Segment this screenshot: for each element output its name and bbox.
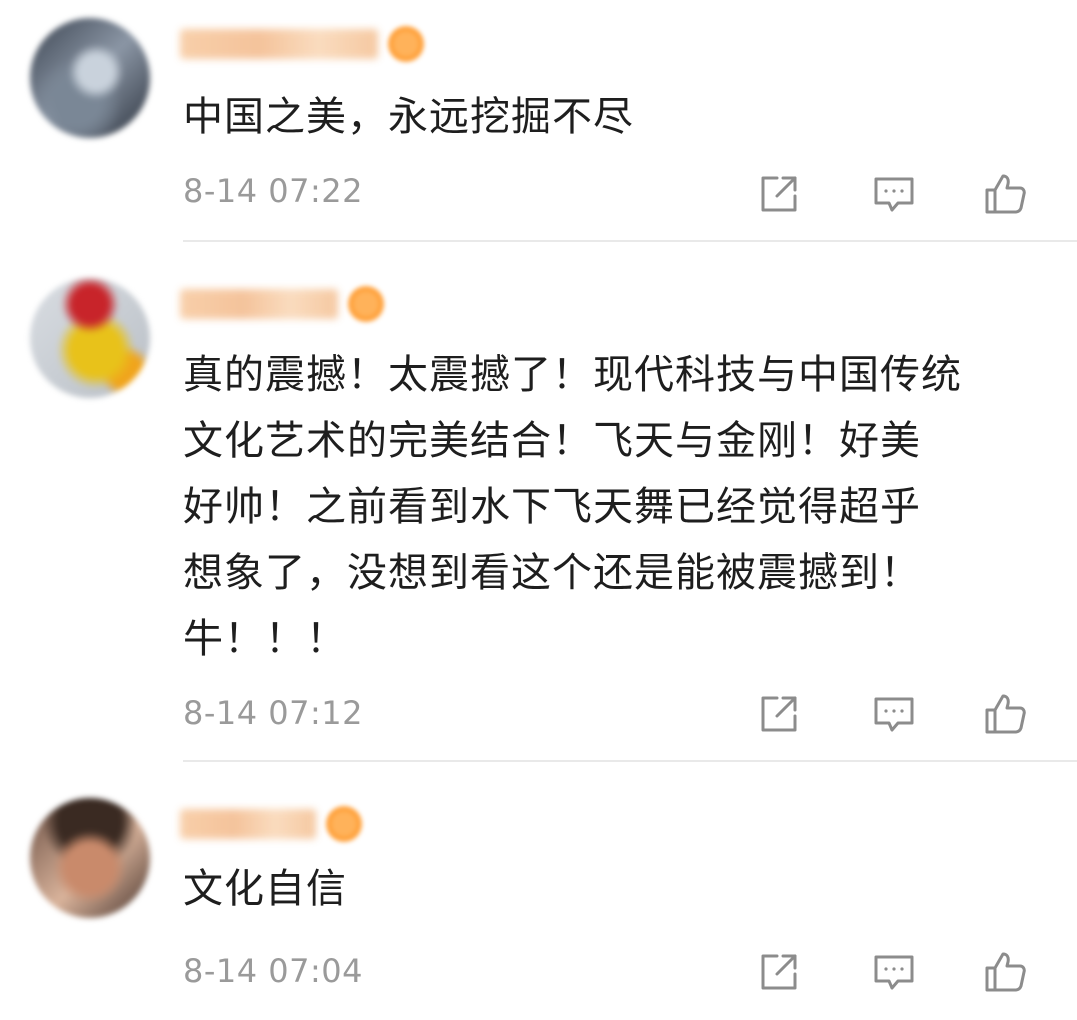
- comment-icon[interactable]: [870, 948, 918, 996]
- comment-actions: [755, 948, 1040, 996]
- comment-text: 中国之美，永远挖掘不尽: [183, 94, 634, 140]
- comment-actions: [755, 170, 1040, 218]
- comment-timestamp: 8-14 07:22: [183, 172, 364, 210]
- share-icon[interactable]: [755, 948, 803, 996]
- thumbs-up-icon[interactable]: [981, 948, 1029, 996]
- username-blurred[interactable]: [180, 29, 378, 59]
- vip-badge-icon: [388, 26, 424, 62]
- username-blurred[interactable]: [180, 289, 338, 319]
- username-row[interactable]: [180, 804, 362, 844]
- avatar[interactable]: [30, 278, 150, 398]
- comment-timestamp: 8-14 07:04: [183, 952, 364, 990]
- username-blurred[interactable]: [180, 809, 316, 839]
- comment-text: 文化自信: [183, 866, 347, 912]
- username-row[interactable]: [180, 284, 384, 324]
- comment-actions: [755, 690, 1040, 738]
- comment-item: 真的震撼！太震撼了！现代科技与中国传统 文化艺术的完美结合！飞天与金刚！好美 好…: [0, 242, 1077, 762]
- comment-icon[interactable]: [870, 690, 918, 738]
- share-icon[interactable]: [755, 690, 803, 738]
- thumbs-up-icon[interactable]: [981, 170, 1029, 218]
- vip-badge-icon: [348, 286, 384, 322]
- comment-icon[interactable]: [870, 170, 918, 218]
- avatar[interactable]: [30, 798, 150, 918]
- comment-item: 中国之美，永远挖掘不尽 8-14 07:22: [0, 0, 1077, 242]
- comment-timestamp: 8-14 07:12: [183, 694, 364, 732]
- comment-item: 文化自信 8-14 07:04: [0, 762, 1077, 1020]
- username-row[interactable]: [180, 24, 424, 64]
- avatar[interactable]: [30, 18, 150, 138]
- vip-badge-icon: [326, 806, 362, 842]
- thumbs-up-icon[interactable]: [981, 690, 1029, 738]
- share-icon[interactable]: [755, 170, 803, 218]
- comment-text: 真的震撼！太震撼了！现代科技与中国传统 文化艺术的完美结合！飞天与金刚！好美 好…: [183, 352, 962, 662]
